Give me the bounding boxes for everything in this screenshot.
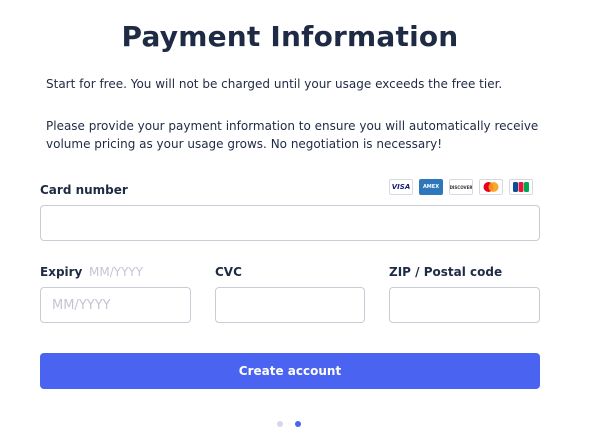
- card-number-field[interactable]: [40, 205, 540, 241]
- cvc-label: CVC: [215, 265, 242, 279]
- jcb-icon: [509, 179, 533, 195]
- expiry-hint: MM/YYYY: [89, 265, 144, 279]
- expiry-label: Expiry: [40, 265, 83, 279]
- discover-icon: DISCOVER: [449, 179, 473, 195]
- amex-icon: AMEX: [419, 179, 443, 195]
- pagination-dot-2[interactable]: [295, 421, 301, 427]
- description-text: Please provide your payment information …: [46, 119, 539, 151]
- visa-icon: VISA: [389, 179, 413, 195]
- card-brands: VISA AMEX DISCOVER: [389, 179, 533, 195]
- mastercard-icon: [479, 179, 503, 195]
- expiry-field[interactable]: [40, 287, 191, 323]
- zip-field[interactable]: [389, 287, 540, 323]
- pagination-dots: [277, 421, 301, 427]
- pagination-dot-1[interactable]: [277, 421, 283, 427]
- page-title: Payment Information: [121, 20, 459, 53]
- cvc-field[interactable]: [215, 287, 365, 323]
- card-number-label: Card number: [40, 183, 128, 197]
- intro-text: Start for free. You will not be charged …: [46, 77, 503, 91]
- create-account-button[interactable]: Create account: [40, 353, 540, 389]
- zip-label: ZIP / Postal code: [389, 265, 503, 279]
